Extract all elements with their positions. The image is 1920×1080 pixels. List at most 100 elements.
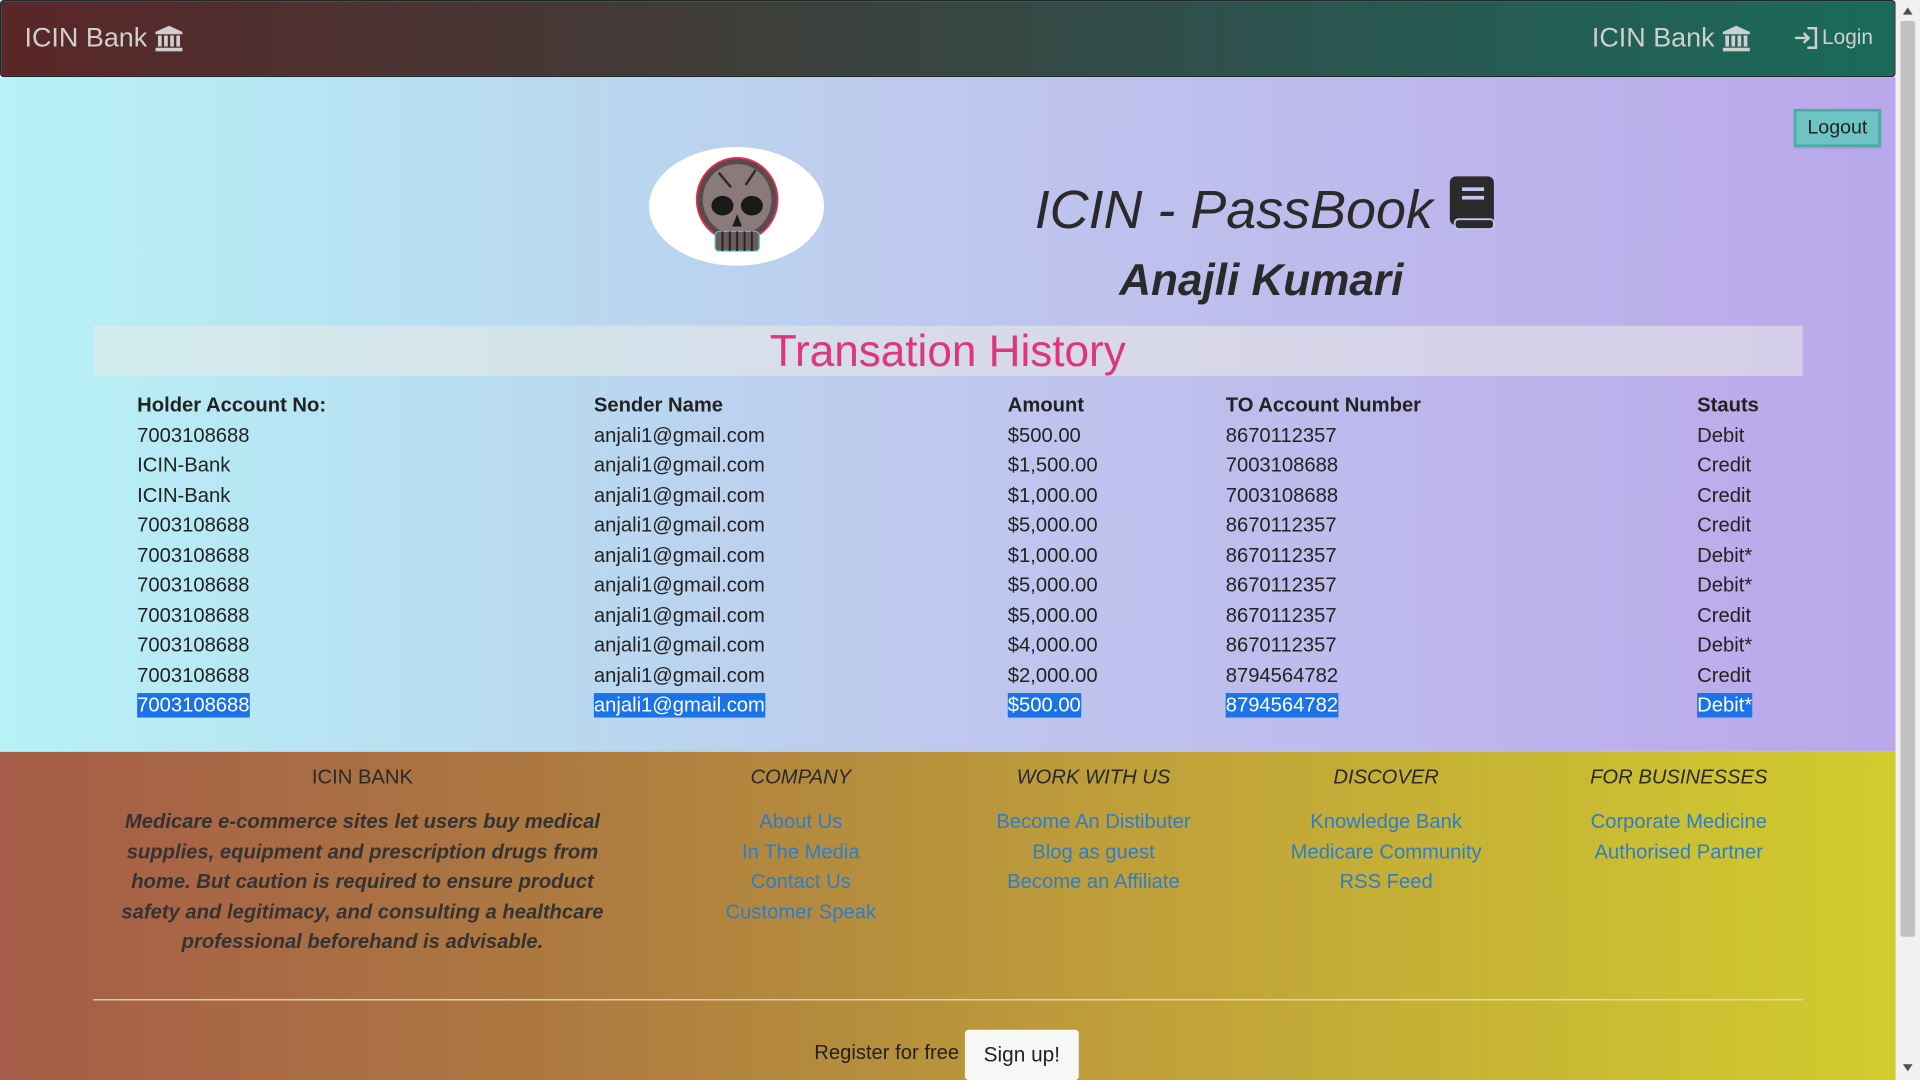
- scrollbar-thumb[interactable]: [1900, 20, 1916, 937]
- cell-sender: anjali1@gmail.com: [593, 693, 765, 718]
- table-row: 7003108688 anjali1@gmail.com $5,000.00 8…: [126, 511, 1796, 541]
- brand-link-right[interactable]: ICIN Bank: [1592, 22, 1752, 54]
- footer-link-become-distributer[interactable]: Become An Distibuter: [983, 807, 1203, 837]
- cell-amount: $5,000.00: [1007, 574, 1098, 597]
- passbook-title-text: ICIN - PassBook: [1034, 179, 1433, 240]
- cell-to-account: 7003108688: [1225, 454, 1339, 477]
- header-amount: Amount: [1007, 394, 1085, 417]
- cell-amount: $5,000.00: [1007, 604, 1098, 627]
- cell-sender: anjali1@gmail.com: [593, 514, 765, 537]
- footer-bank-heading: ICIN BANK: [311, 766, 413, 789]
- table-row: 7003108688 anjali1@gmail.com $1,000.00 8…: [126, 541, 1796, 571]
- cell-amount: $500.00: [1007, 693, 1081, 718]
- cell-to-account: 8670112357: [1225, 514, 1337, 537]
- table-row: ICIN-Bank anjali1@gmail.com $1,000.00 70…: [126, 481, 1796, 511]
- scroll-down-arrow-icon[interactable]: [1896, 1059, 1920, 1076]
- passbook-section: Logout ICIN - PassBook Anajli Kumari Tra…: [0, 77, 1896, 752]
- table-row-selected: 7003108688 anjali1@gmail.com $500.00 879…: [126, 691, 1796, 721]
- header-sender-name: Sender Name: [593, 394, 724, 417]
- footer-link-contact-us[interactable]: Contact Us: [703, 867, 899, 897]
- cell-status: Debit: [1697, 424, 1745, 447]
- transaction-history-title: Transation History: [93, 325, 1803, 376]
- header-status: Stauts: [1697, 394, 1759, 417]
- logout-button[interactable]: Logout: [1793, 108, 1881, 147]
- cell-status: Credit: [1697, 664, 1752, 687]
- sign-in-icon: [1794, 26, 1818, 49]
- cell-amount: $1,000.00: [1007, 484, 1098, 507]
- cell-holder-account: 7003108688: [137, 574, 250, 597]
- footer-business-column: FOR BUSINESSES Corporate Medicine Author…: [1569, 767, 1789, 867]
- cell-status: Credit: [1697, 514, 1752, 537]
- cell-to-account: 8794564782: [1225, 664, 1339, 687]
- footer-link-corporate-medicine[interactable]: Corporate Medicine: [1569, 807, 1789, 837]
- cell-holder-account: 7003108688: [137, 424, 250, 447]
- cell-sender: anjali1@gmail.com: [593, 634, 765, 657]
- footer-link-customer-speak[interactable]: Customer Speak: [703, 897, 899, 927]
- signup-button[interactable]: Sign up!: [964, 1029, 1079, 1080]
- cell-status: Debit*: [1697, 544, 1753, 567]
- account-holder-name: Anajli Kumari: [1119, 254, 1404, 305]
- footer-work-heading: WORK WITH US: [1016, 766, 1171, 789]
- transaction-table: Holder Account No: Sender Name Amount TO…: [126, 391, 1796, 722]
- footer-bank-column: ICIN BANK Medicare e-commerce sites let …: [108, 767, 617, 957]
- login-label: Login: [1822, 25, 1874, 49]
- passbook-title: ICIN - PassBook: [1035, 175, 1497, 245]
- brand-link-left[interactable]: ICIN Bank: [24, 22, 184, 54]
- footer-bank-about: Medicare e-commerce sites let users buy …: [121, 810, 604, 953]
- footer-link-medicare-community[interactable]: Medicare Community: [1276, 837, 1496, 867]
- footer-business-heading: FOR BUSINESSES: [1590, 766, 1768, 789]
- footer-company-heading: COMPANY: [750, 766, 852, 789]
- cell-amount: $1,000.00: [1007, 544, 1098, 567]
- footer-link-knowledge-bank[interactable]: Knowledge Bank: [1276, 807, 1496, 837]
- book-icon: [1448, 175, 1497, 245]
- footer-link-rss-feed[interactable]: RSS Feed: [1276, 867, 1496, 897]
- table-row: 7003108688 anjali1@gmail.com $500.00 867…: [126, 421, 1796, 451]
- footer-link-in-the-media[interactable]: In The Media: [703, 837, 899, 867]
- header-holder-account: Holder Account No:: [137, 394, 327, 417]
- table-row: 7003108688 anjali1@gmail.com $5,000.00 8…: [126, 601, 1796, 631]
- cell-sender: anjali1@gmail.com: [593, 574, 765, 597]
- footer-link-become-affiliate[interactable]: Become an Affiliate: [983, 867, 1203, 897]
- footer-divider: [93, 999, 1803, 1001]
- header-to-account: TO Account Number: [1225, 394, 1422, 417]
- cell-holder-account: 7003108688: [137, 604, 250, 627]
- cell-holder-account: 7003108688: [137, 664, 250, 687]
- table-row: 7003108688 anjali1@gmail.com $2,000.00 8…: [126, 661, 1796, 691]
- cell-holder-account: ICIN-Bank: [137, 454, 231, 477]
- vertical-scrollbar[interactable]: [1895, 0, 1920, 1080]
- brand-label-right: ICIN Bank: [1591, 22, 1715, 53]
- cell-holder-account: ICIN-Bank: [137, 484, 231, 507]
- footer-link-about-us[interactable]: About Us: [703, 807, 899, 837]
- cell-to-account: 8670112357: [1225, 424, 1337, 447]
- cell-sender: anjali1@gmail.com: [593, 424, 765, 447]
- cell-status: Credit: [1697, 454, 1752, 477]
- scroll-up-arrow-icon[interactable]: [1896, 2, 1920, 19]
- login-link[interactable]: Login: [1794, 26, 1873, 50]
- cell-holder-account: 7003108688: [137, 693, 250, 718]
- avatar: [648, 146, 825, 266]
- cell-status: Credit: [1697, 484, 1752, 507]
- footer-discover-heading: DISCOVER: [1333, 766, 1439, 789]
- bank-icon: [155, 24, 184, 52]
- footer-link-authorised-partner[interactable]: Authorised Partner: [1569, 837, 1789, 867]
- cell-sender: anjali1@gmail.com: [593, 604, 765, 627]
- footer-link-blog-as-guest[interactable]: Blog as guest: [983, 837, 1203, 867]
- cell-status: Debit*: [1697, 693, 1753, 718]
- footer-work-column: WORK WITH US Become An Distibuter Blog a…: [983, 767, 1203, 897]
- cell-holder-account: 7003108688: [137, 514, 250, 537]
- footer-discover-column: DISCOVER Knowledge Bank Medicare Communi…: [1276, 767, 1496, 897]
- cell-holder-account: 7003108688: [137, 544, 250, 567]
- table-header-row: Holder Account No: Sender Name Amount TO…: [126, 391, 1796, 422]
- cell-amount: $500.00: [1007, 424, 1081, 447]
- cell-amount: $1,500.00: [1007, 454, 1098, 477]
- cell-status: Debit*: [1697, 574, 1753, 597]
- cell-sender: anjali1@gmail.com: [593, 544, 765, 567]
- cell-to-account: 7003108688: [1225, 484, 1339, 507]
- table-row: 7003108688 anjali1@gmail.com $4,000.00 8…: [126, 631, 1796, 661]
- cell-status: Debit*: [1697, 634, 1753, 657]
- cell-amount: $4,000.00: [1007, 634, 1098, 657]
- cell-to-account: 8670112357: [1225, 634, 1337, 657]
- top-navbar: ICIN Bank ICIN Bank Login: [0, 0, 1896, 78]
- cell-to-account: 8670112357: [1225, 544, 1337, 567]
- footer-company-column: COMPANY About Us In The Media Contact Us…: [703, 767, 899, 927]
